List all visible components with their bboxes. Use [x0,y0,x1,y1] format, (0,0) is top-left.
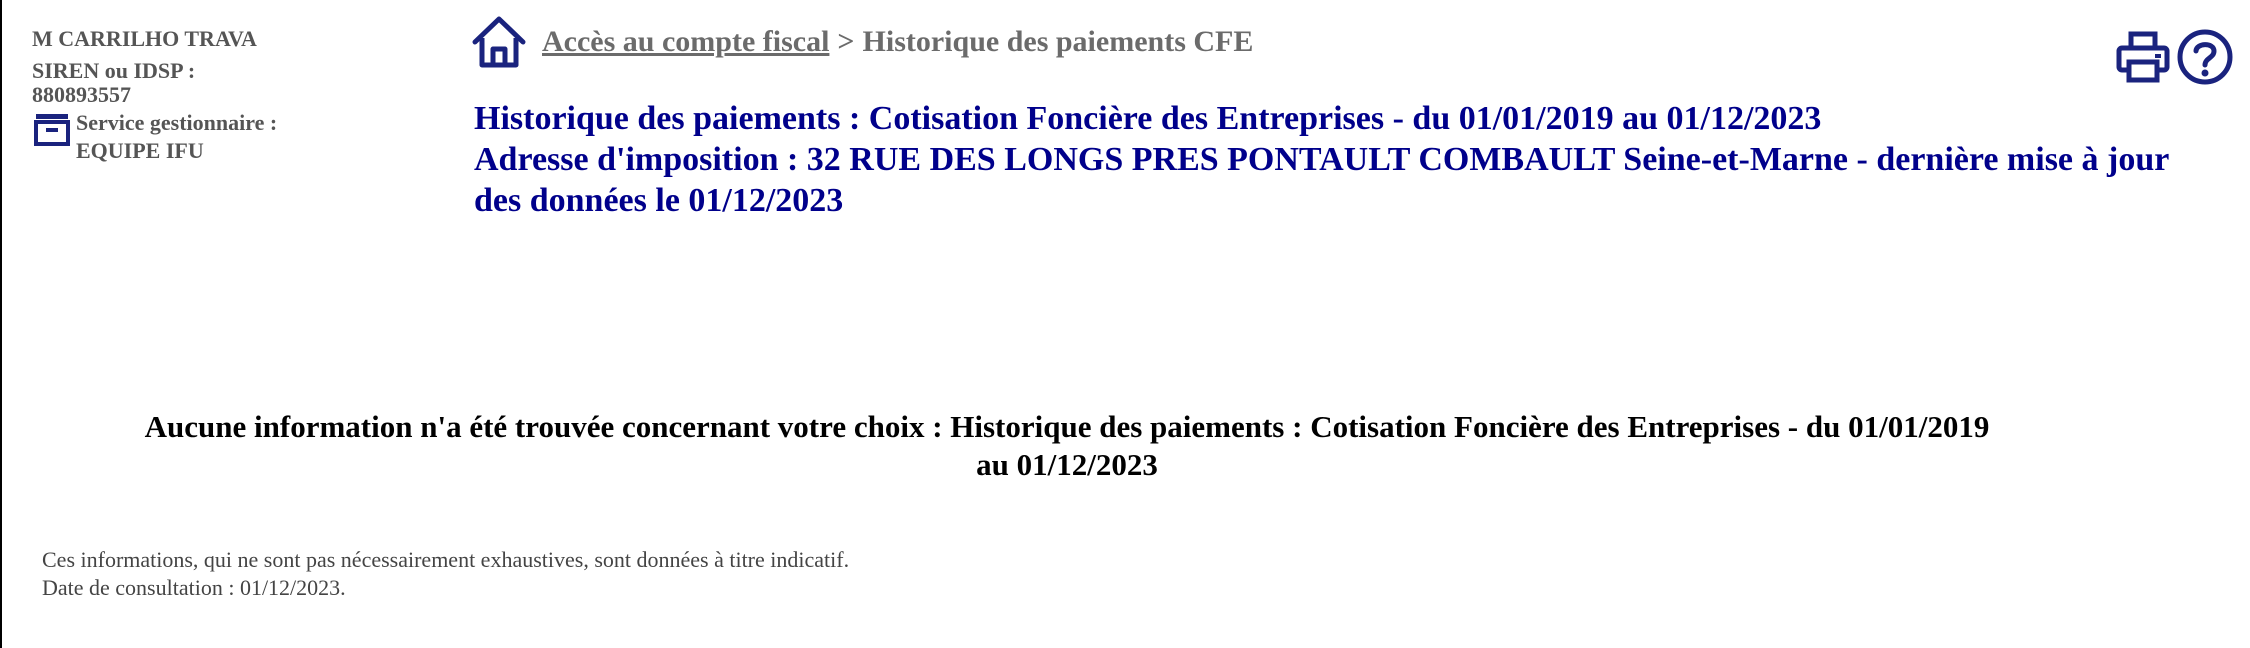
service-value: EQUIPE IFU [76,138,204,163]
page-title: Historique des paiements : Cotisation Fo… [474,100,1822,137]
siren-value: 880893557 [32,82,131,107]
service-block: Service gestionnaire : EQUIPE IFU [32,109,332,165]
breadcrumb: Accès au compte fiscal > Historique des … [470,14,1253,70]
home-icon[interactable] [470,14,528,70]
page: M CARRILHO TRAVA SIREN ou IDSP : 8808935… [0,0,2250,648]
help-icon[interactable] [2176,28,2234,86]
print-icon[interactable] [2114,28,2172,86]
breadcrumb-current: Historique des paiements CFE [862,25,1254,58]
breadcrumb-separator: > [837,25,855,58]
service-label: Service gestionnaire : [76,110,278,135]
contributor-name: M CARRILHO TRAVA [32,26,257,51]
footer-notes: Ces informations, qui ne sont pas nécess… [42,546,849,602]
disclaimer-text: Ces informations, qui ne sont pas nécess… [42,547,850,572]
breadcrumb-link-fiscal-account[interactable]: Accès au compte fiscal [542,25,829,59]
contributor-panel: M CARRILHO TRAVA SIREN ou IDSP : 8808935… [32,24,332,165]
no-results-message: Aucune information n'a été trouvée conce… [144,409,1990,482]
tax-address: Adresse d'imposition : 32 RUE DES LONGS … [474,141,2169,219]
toolbar [2114,28,2234,86]
page-title-block: Historique des paiements : Cotisation Fo… [474,98,2214,221]
consultation-date: Date de consultation : 01/12/2023. [42,575,346,600]
service-drawer-icon [34,114,70,146]
siren-label: SIREN ou IDSP : [32,58,196,83]
